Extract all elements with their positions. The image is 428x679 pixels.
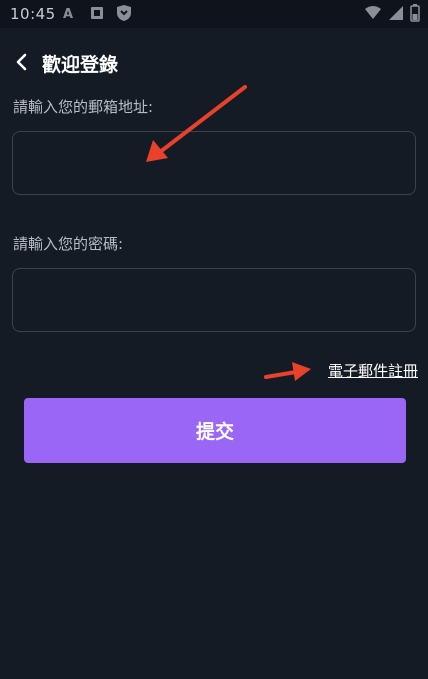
- notification-icon: [90, 5, 104, 25]
- status-time: 10:45: [10, 5, 56, 23]
- back-button[interactable]: [10, 48, 34, 76]
- email-label: 請輸入您的郵箱地址:: [13, 98, 154, 116]
- status-icons-right: [364, 4, 420, 26]
- shield-icon: [116, 4, 132, 26]
- login-screen: 10:45 A 歡迎登錄 請輸入您的郵箱地址: 請輸入您的密碼: 電子郵件註冊 …: [0, 0, 428, 679]
- submit-button[interactable]: 提交: [24, 398, 406, 463]
- svg-text:A: A: [63, 7, 73, 21]
- signal-icon: [388, 5, 404, 25]
- header: 歡迎登錄: [0, 44, 428, 80]
- email-field[interactable]: [12, 131, 416, 195]
- status-icons-left: A: [62, 4, 132, 26]
- battery-icon: [410, 4, 420, 26]
- password-field[interactable]: [12, 268, 416, 332]
- wifi-icon: [364, 5, 382, 25]
- password-label: 請輸入您的密碼:: [13, 235, 124, 253]
- a-icon: A: [62, 5, 78, 25]
- status-bar: 10:45 A: [0, 0, 428, 28]
- annotation-arrow-register: [264, 362, 311, 381]
- page-title: 歡迎登錄: [42, 54, 119, 76]
- chevron-left-icon: [16, 53, 27, 71]
- email-register-link[interactable]: 電子郵件註冊: [328, 360, 418, 381]
